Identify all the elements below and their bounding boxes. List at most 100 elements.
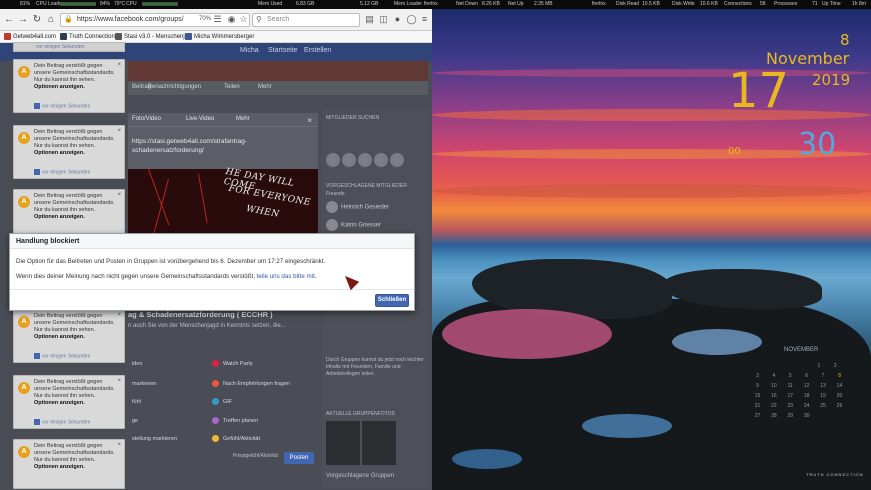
misc-option[interactable]: ge [128,414,138,428]
gif-option[interactable]: GIF [208,395,232,409]
recommendations-option[interactable]: Nach Empfehlungen fragen [208,377,290,391]
back-arrow-icon[interactable]: ← [2,13,16,27]
show-options-link[interactable]: Optionen anzeigen. [34,150,85,156]
calendar-day[interactable]: 3 [750,373,765,383]
show-options-link[interactable]: Optionen anzeigen. [34,400,85,406]
home-link[interactable]: Startseite [268,47,298,54]
forward-arrow-icon[interactable]: → [16,13,30,27]
show-options-link[interactable]: Optionen anzeigen. [34,464,85,470]
calendar-day[interactable]: 17 [783,393,798,403]
calendar-day[interactable]: 27 [750,413,765,423]
calendar-day[interactable]: 6 [799,373,814,383]
calendar-day[interactable]: 9 [750,383,765,393]
sidebar-icon[interactable]: ◫ [378,14,389,25]
calendar-day[interactable]: 30 [799,413,814,423]
watch-party-option[interactable]: Watch Party [208,357,253,371]
pocket-icon[interactable]: ◉ [226,14,237,25]
group-tab[interactable]: Teilen [224,84,240,90]
photo-thumbnail[interactable] [362,421,396,465]
close-icon[interactable]: × [117,378,121,384]
group-tab[interactable]: Benachrichtigungen [148,84,201,90]
video-option[interactable]: ideo [128,357,142,371]
calendar-day[interactable]: 21 [750,403,765,413]
calendar-day[interactable]: 5 [783,373,798,383]
member-avatar[interactable] [390,153,404,167]
calendar-day[interactable]: 2 [828,363,843,373]
member-avatar[interactable] [342,153,356,167]
calendar-day[interactable]: 28 [766,413,781,423]
calendar-day[interactable]: 10 [766,383,781,393]
calendar-day[interactable]: 26 [832,403,847,413]
profile-link[interactable]: Micha [240,47,259,54]
close-icon[interactable]: × [307,116,312,125]
plan-event-option[interactable]: Treffen planen [208,414,258,428]
notification-card[interactable]: A × Dein Beitrag verstößt gegen unsere G… [13,125,125,179]
suggested-friend[interactable]: Katrin Griesser [326,219,381,231]
calendar-day[interactable]: 7 [816,373,831,383]
bookmark-item[interactable]: Truth Connection [60,33,115,40]
calendar-day[interactable]: 16 [766,393,781,403]
addon-icon[interactable]: ◯ [406,14,417,25]
close-button[interactable]: Schließen [375,294,409,307]
calendar-day[interactable]: 20 [832,393,847,403]
group-title[interactable]: ag & Schadenersatzforderung ( ECCHR ) [128,310,318,319]
close-icon[interactable]: × [117,128,121,134]
calendar-day[interactable]: 13 [816,383,831,393]
bookmark-item[interactable]: Micha Wimmersberger [185,33,254,40]
calendar-day[interactable]: 4 [766,373,781,383]
calendar-day[interactable]: 15 [750,393,765,403]
create-link[interactable]: Erstellen [304,47,331,54]
calendar-day[interactable]: 18 [799,393,814,403]
extension-icon[interactable]: ● [392,14,403,25]
post-button[interactable]: Posten [284,452,314,464]
close-icon[interactable]: × [117,312,121,318]
member-avatar[interactable] [374,153,388,167]
notification-card[interactable]: A × Dein Beitrag verstößt gegen unsere G… [13,309,125,363]
calendar-day[interactable]: 25 [816,403,831,413]
calendar-day[interactable]: 12 [799,383,814,393]
location-option[interactable]: stellung markieren [128,432,177,446]
calendar-day[interactable]: 1 [811,363,826,373]
show-options-link[interactable]: Optionen anzeigen. [34,334,85,340]
show-options-link[interactable]: Optionen anzeigen. [34,214,85,220]
privacy-selector[interactable]: Privatgefühl/Aktivität [233,453,278,459]
photo-thumbnail[interactable] [326,421,360,465]
menu-icon[interactable]: ≡ [419,14,430,25]
calendar-day[interactable]: 24 [799,403,814,413]
feeling-activity-option[interactable]: Gefühl/Aktivität [208,432,260,446]
feeling-option[interactable]: fühl [128,395,141,409]
calendar-day[interactable]: 11 [783,383,798,393]
close-icon[interactable]: × [117,192,121,198]
tag-option[interactable]: markieren [128,377,156,391]
composer-tab-live[interactable]: Live-Video [186,116,214,122]
search-field[interactable]: ⚲ Search [252,13,360,27]
composer-url[interactable]: https://stasi.getweb4all.com/strafantrag… [132,137,318,155]
reload-icon[interactable]: ↻ [30,13,44,27]
member-avatar[interactable] [326,153,340,167]
composer-tab-more[interactable]: Mehr [236,116,250,122]
suggested-friend[interactable]: Heinrich Gesieder [326,201,389,213]
notification-stub[interactable]: vor einigen Sekunden [13,42,125,52]
calendar-day[interactable]: 22 [766,403,781,413]
calendar-day-today[interactable]: 8 [832,373,847,383]
member-avatar[interactable] [358,153,372,167]
notification-card[interactable]: A × Dein Beitrag verstößt gegen unsere G… [13,439,125,489]
calendar-day[interactable]: 23 [783,403,798,413]
bookmark-item[interactable]: Getweb4all.com [4,33,56,40]
calendar-day[interactable]: 14 [832,383,847,393]
calendar-day[interactable]: 29 [783,413,798,423]
reader-mode-icon[interactable]: ☰ [212,14,223,25]
close-icon[interactable]: × [117,442,121,448]
group-tab[interactable]: Mehr [258,84,272,90]
close-icon[interactable]: × [117,62,121,68]
calendar-day[interactable]: 19 [816,393,831,403]
bookmark-star-icon[interactable]: ☆ [238,14,249,25]
show-options-link[interactable]: Optionen anzeigen. [34,84,85,90]
report-link[interactable]: teile uns das bitte mit [257,273,315,280]
notification-card[interactable]: A × Dein Beitrag verstößt gegen unsere G… [13,59,125,113]
zoom-level[interactable]: 70% [198,14,212,25]
library-icon[interactable]: ▤ [364,14,375,25]
composer-tab-photo[interactable]: Foto/Video [132,116,161,122]
bookmark-item[interactable]: Stasi v3.0 - Menschenj... [115,33,190,40]
notification-card[interactable]: A × Dein Beitrag verstößt gegen unsere G… [13,375,125,429]
